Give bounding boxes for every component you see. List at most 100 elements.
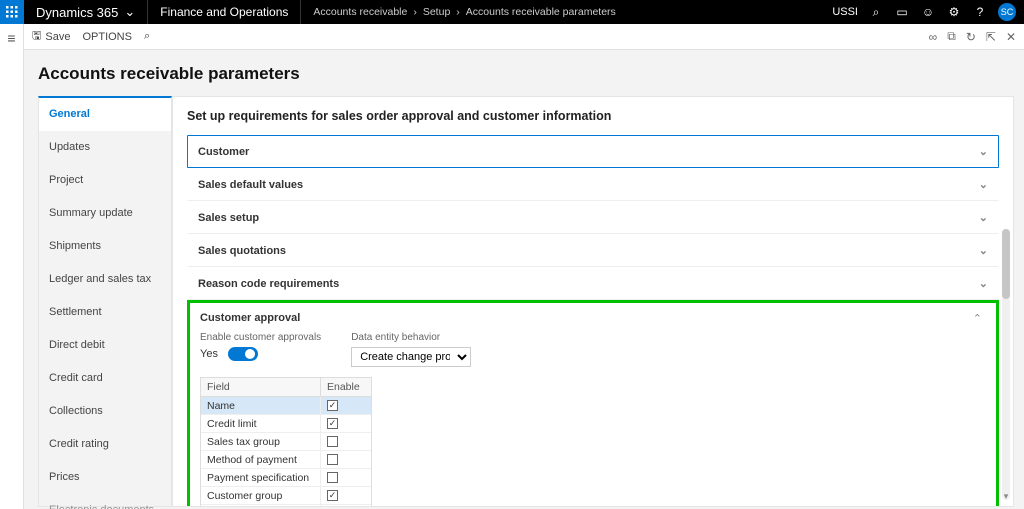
sidenav-item-electronic-documents[interactable]: Electronic documents <box>39 494 171 509</box>
left-rail: ≡ <box>0 24 24 509</box>
link-icon[interactable]: ∞ <box>929 30 938 44</box>
fasttab-label: Customer <box>198 146 249 158</box>
chevron-down-icon: ⌄ <box>979 145 988 158</box>
grid-row[interactable]: Method of payment <box>201 451 371 469</box>
fasttab-customer-approval[interactable]: Customer approval <box>190 303 996 328</box>
command-bar: 🖫 Save OPTIONS ⌕ ∞ ⧉ ↻ ⇱ ✕ <box>24 24 1024 50</box>
grid-row[interactable]: Customer group <box>201 487 371 505</box>
refresh-icon[interactable]: ↻ <box>966 30 976 44</box>
grid-cell-field: Method of payment <box>201 451 321 468</box>
chevron-up-icon[interactable]: ⌃ <box>973 312 982 325</box>
panel-description: Set up requirements for sales order appr… <box>187 109 999 123</box>
global-nav: Dynamics 365 ⌄ Finance and Operations Ac… <box>0 0 1024 24</box>
save-button[interactable]: 🖫 Save <box>32 27 70 46</box>
search-icon[interactable]: ⌕ <box>868 4 884 20</box>
fasttab-sales-default[interactable]: Sales default values ⌄ <box>187 168 999 201</box>
grid-cell-field: Credit limit <box>201 415 321 432</box>
chevron-down-icon: ⌄ <box>979 244 988 257</box>
grid-row[interactable]: Sales tax group <box>201 433 371 451</box>
scroll-down-icon[interactable]: ▾ <box>1002 491 1010 502</box>
sidenav-item-collections[interactable]: Collections <box>39 395 171 428</box>
grid-cell-field: Payment specification <box>201 469 321 486</box>
enable-approvals-value-text: Yes <box>200 348 218 360</box>
brand-dropdown[interactable]: Dynamics 365 ⌄ <box>24 0 148 24</box>
help-icon[interactable]: ? <box>972 4 988 20</box>
grid-cell-field: Customer group <box>201 487 321 504</box>
fasttab-sales-quotations[interactable]: Sales quotations ⌄ <box>187 234 999 267</box>
chevron-right-icon: › <box>413 6 417 18</box>
chevron-down-icon: ⌄ <box>979 211 988 224</box>
sidenav-item-settlement[interactable]: Settlement <box>39 296 171 329</box>
breadcrumb: Accounts receivable › Setup › Accounts r… <box>301 6 627 18</box>
fasttab-label: Sales default values <box>198 179 303 191</box>
close-icon[interactable]: ✕ <box>1006 30 1016 44</box>
grid-checkbox[interactable] <box>327 400 338 411</box>
entity-behavior-group: Data entity behavior Create change propo… <box>351 332 471 367</box>
app-launcher[interactable] <box>0 0 24 24</box>
page-title: Accounts receivable parameters <box>38 64 1014 84</box>
fasttab-customer[interactable]: Customer ⌄ <box>187 135 999 168</box>
sidenav-item-credit-rating[interactable]: Credit rating <box>39 428 171 461</box>
grid-row[interactable]: Credit limit <box>201 415 371 433</box>
main-panel: Set up requirements for sales order appr… <box>172 96 1014 507</box>
sidenav-item-direct-debit[interactable]: Direct debit <box>39 329 171 362</box>
module-label[interactable]: Finance and Operations <box>148 0 301 24</box>
sidenav-item-updates[interactable]: Updates <box>39 131 171 164</box>
customer-approval-section: Customer approval Enable customer approv… <box>187 300 999 507</box>
emoji-icon[interactable]: ☺ <box>920 4 936 20</box>
avatar[interactable]: SC <box>998 3 1016 21</box>
fasttab-label: Sales setup <box>198 212 259 224</box>
grid-cell-field: Name <box>201 397 321 414</box>
save-label: Save <box>45 31 70 43</box>
fasttab-label: Reason code requirements <box>198 278 339 290</box>
entity-behavior-label: Data entity behavior <box>351 332 471 343</box>
chevron-down-icon: ⌄ <box>979 178 988 191</box>
company-code[interactable]: USSI <box>832 6 858 18</box>
options-label: OPTIONS <box>82 31 132 43</box>
grid-checkbox[interactable] <box>327 472 338 483</box>
scrollbar-thumb[interactable] <box>1002 229 1010 299</box>
hamburger-icon[interactable]: ≡ <box>7 30 15 46</box>
breadcrumb-item[interactable]: Accounts receivable <box>313 6 407 18</box>
fasttab-sales-setup[interactable]: Sales setup ⌄ <box>187 201 999 234</box>
fasttab-reason-code[interactable]: Reason code requirements ⌄ <box>187 267 999 300</box>
grid-header-field[interactable]: Field <box>201 378 321 396</box>
sidenav-item-shipments[interactable]: Shipments <box>39 230 171 263</box>
sidenav-item-general[interactable]: General <box>39 98 171 131</box>
grid-checkbox[interactable] <box>327 418 338 429</box>
grid-checkbox[interactable] <box>327 454 338 465</box>
grid-row[interactable]: Payment specification <box>201 469 371 487</box>
enable-approvals-toggle[interactable] <box>228 347 258 361</box>
section-title: Customer approval <box>200 312 300 324</box>
breadcrumb-item[interactable]: Accounts receivable parameters <box>466 6 616 18</box>
fasttab-label: Sales quotations <box>198 245 286 257</box>
enable-approvals-label: Enable customer approvals <box>200 332 321 343</box>
grid-row[interactable]: Name <box>201 397 371 415</box>
breadcrumb-item[interactable]: Setup <box>423 6 450 18</box>
grid-cell-field: Sales tax group <box>201 433 321 450</box>
sidenav-item-ledger[interactable]: Ledger and sales tax <box>39 263 171 296</box>
approval-fields-grid: Field Enable Name Credit limit <box>200 377 372 507</box>
parameters-sidenav: General Updates Project Summary update S… <box>38 96 172 507</box>
vertical-scrollbar[interactable]: ▾ <box>1002 229 1010 500</box>
entity-behavior-select[interactable]: Create change proposals <box>351 347 471 367</box>
grid-checkbox[interactable] <box>327 490 338 501</box>
options-button[interactable]: OPTIONS <box>82 31 132 43</box>
popout-icon[interactable]: ⇱ <box>986 30 996 44</box>
chevron-right-icon: › <box>456 6 460 18</box>
grid-row[interactable]: Tax exempt number <box>201 505 371 507</box>
office-icon[interactable]: ⧉ <box>947 29 956 44</box>
search-cmd[interactable]: ⌕ <box>144 30 150 43</box>
sidenav-item-project[interactable]: Project <box>39 164 171 197</box>
sidenav-item-credit-card[interactable]: Credit card <box>39 362 171 395</box>
chevron-down-icon: ⌄ <box>979 277 988 290</box>
chevron-down-icon: ⌄ <box>124 4 135 20</box>
search-icon: ⌕ <box>144 30 150 43</box>
sidenav-item-prices[interactable]: Prices <box>39 461 171 494</box>
sidenav-item-summary-update[interactable]: Summary update <box>39 197 171 230</box>
grid-checkbox[interactable] <box>327 436 338 447</box>
save-icon: 🖫 <box>32 27 41 46</box>
messages-icon[interactable]: ▭ <box>894 4 910 20</box>
grid-header-enable[interactable]: Enable <box>321 378 371 396</box>
gear-icon[interactable]: ⚙ <box>946 4 962 20</box>
